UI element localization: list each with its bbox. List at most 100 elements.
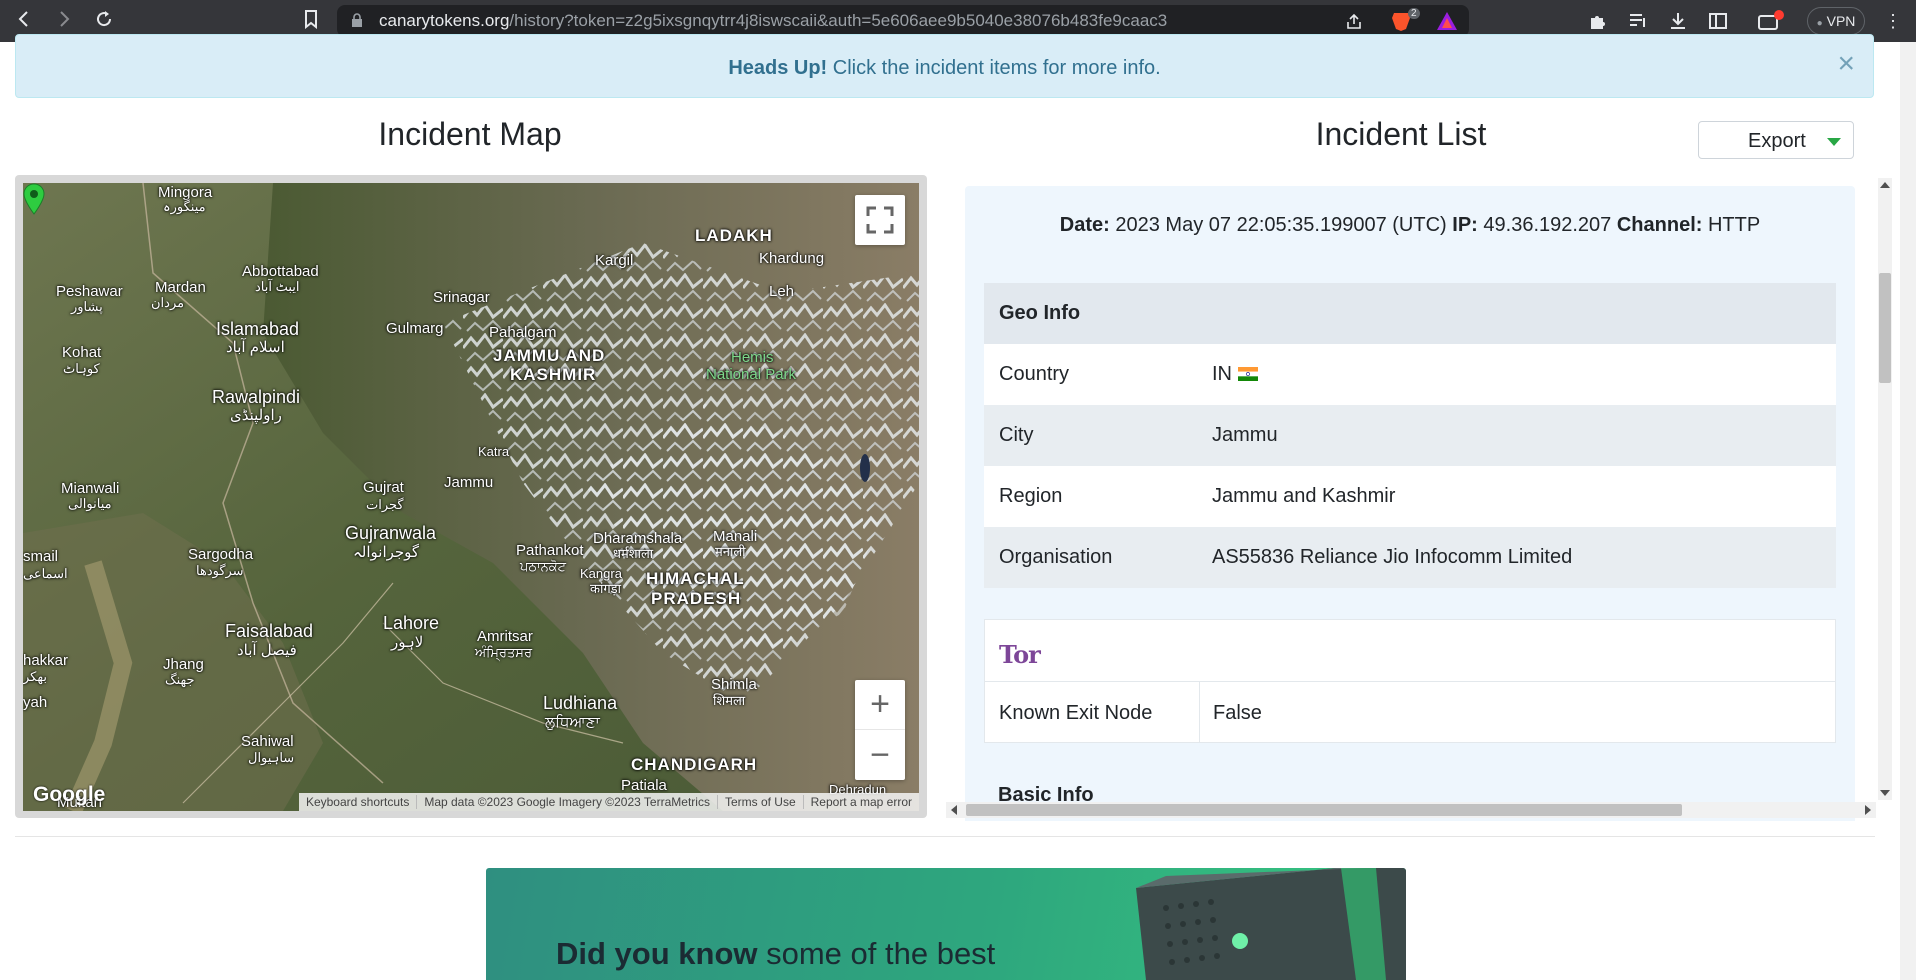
map-label: Kargil: [595, 252, 634, 269]
map-label: Abbottabad: [242, 263, 319, 280]
brave-rewards-icon[interactable]: [1436, 10, 1458, 32]
scroll-thumb[interactable]: [966, 804, 1682, 816]
table-row: Organisation AS55836 Reliance Jio Infoco…: [984, 527, 1836, 588]
zoom-in-button[interactable]: +: [855, 680, 905, 730]
map-label: Hemis: [731, 349, 774, 366]
map-label: کوہاٹ: [63, 361, 100, 376]
map-label: Ludhiana: [543, 693, 618, 713]
geo-info-table: Geo Info Country IN City Jammu Region Ja…: [984, 283, 1836, 588]
map-label: Gujrat: [363, 479, 404, 496]
close-icon[interactable]: ×: [1837, 49, 1855, 79]
extensions-icon[interactable]: [1587, 10, 1609, 32]
map-label: Faisalabad: [225, 621, 314, 641]
map-label: ساہیوال: [248, 750, 295, 765]
scroll-up-icon[interactable]: [1880, 182, 1890, 188]
fullscreen-icon: [866, 206, 894, 234]
map-label: धर्मशाला: [613, 546, 654, 561]
map-label: Shimla: [711, 676, 757, 693]
share-icon[interactable]: [1345, 13, 1363, 31]
map-label: मनाली: [715, 544, 746, 559]
map-label: Khardung: [759, 250, 825, 267]
forward-icon[interactable]: [51, 9, 77, 33]
bookmark-icon[interactable]: [298, 9, 324, 33]
tor-logo: Tor: [999, 640, 1041, 669]
map-label: Islamabad: [216, 319, 300, 339]
map-label: yah: [23, 694, 48, 711]
incident-list-horizontal-scrollbar[interactable]: [946, 802, 1876, 818]
zoom-controls: + −: [855, 680, 905, 780]
page-scrollbar[interactable]: [1900, 42, 1916, 980]
map-label: ਲੁਧਿਆਣਾ: [545, 714, 600, 731]
map-label: Jhang: [163, 656, 204, 673]
back-icon[interactable]: [11, 9, 37, 33]
map-label: Patiala: [621, 777, 667, 794]
map-label: Manali: [713, 528, 758, 545]
map-label: Rawalpindi: [212, 387, 301, 407]
map-label: Dharamshala: [593, 530, 683, 547]
incident-item[interactable]: Date: 2023 May 07 22:05:35.199007 (UTC) …: [965, 186, 1855, 821]
map-label: مردان: [151, 295, 185, 310]
promo-banner[interactable]: Did you know some of the best: [486, 868, 1406, 980]
menu-icon[interactable]: ⋮: [1884, 8, 1902, 34]
divider: [15, 836, 1875, 837]
report-error-link[interactable]: Report a map error: [802, 795, 919, 809]
tor-info: Tor Known Exit Node False: [984, 619, 1836, 743]
map-label: Lahore: [383, 613, 440, 633]
lock-icon: [352, 13, 362, 27]
scroll-right-icon[interactable]: [1865, 805, 1871, 815]
playlist-icon[interactable]: [1627, 10, 1649, 32]
map-label: Amritsar: [477, 628, 533, 645]
scroll-thumb[interactable]: [1879, 273, 1891, 383]
scroll-down-icon[interactable]: [1880, 790, 1890, 796]
export-dropdown-button[interactable]: Export: [1698, 121, 1854, 159]
terms-link[interactable]: Terms of Use: [716, 795, 803, 809]
map-label: कांगड़ा: [590, 581, 621, 596]
map-attribution: Keyboard shortcuts Map data ©2023 Google …: [298, 793, 919, 811]
scroll-left-icon[interactable]: [951, 805, 957, 815]
caret-down-icon: [1827, 138, 1841, 146]
map-label: ਅੰਮ੍ਰਿਤਸਰ: [475, 645, 533, 660]
map-label: Gujranwala: [345, 523, 437, 543]
sidebar-icon[interactable]: [1707, 10, 1729, 32]
map-label: PRADESH: [651, 589, 742, 608]
geo-info-heading: Geo Info: [984, 283, 1836, 344]
map-label: سرگودھا: [196, 563, 244, 578]
wallet-icon[interactable]: [1756, 10, 1784, 32]
map-label: فیصل آباد: [237, 642, 297, 659]
url-text: canarytokens.org/history?token=z2g5ixsgn…: [379, 11, 1168, 30]
map-label: Katra: [478, 444, 510, 459]
map-label: گوجرانوالہ: [353, 544, 420, 561]
map-label: راولپنڈی: [230, 407, 282, 424]
incident-list-panel[interactable]: Date: 2023 May 07 22:05:35.199007 (UTC) …: [946, 175, 1860, 821]
map-marker-icon[interactable]: [23, 183, 45, 215]
heads-up-alert[interactable]: Heads Up! Click the incident items for m…: [15, 34, 1874, 98]
keyboard-shortcuts-link[interactable]: Keyboard shortcuts: [299, 795, 416, 809]
table-row: Country IN: [984, 344, 1836, 405]
map-label: Srinagar: [433, 289, 490, 306]
incident-map-title: Incident Map: [378, 116, 562, 152]
map-label: لاہور: [391, 634, 424, 651]
map-label: Mianwali: [61, 480, 120, 497]
map-label: Sargodha: [188, 546, 254, 563]
canary-device-image: [1136, 868, 1406, 980]
map-label: بھکر: [23, 669, 47, 684]
map-label: Leh: [769, 283, 795, 300]
download-icon[interactable]: [1667, 10, 1689, 32]
map-label: शिमला: [713, 693, 746, 708]
reload-icon[interactable]: [91, 9, 117, 33]
incident-list-vertical-scrollbar[interactable]: [1878, 178, 1892, 800]
incident-map[interactable]: Mingora مینگورہ Mardan مردان Abbottabad …: [23, 183, 919, 811]
map-label: Pathankot: [516, 542, 584, 559]
zoom-out-button[interactable]: −: [855, 731, 905, 780]
address-bar[interactable]: canarytokens.org/history?token=z2g5ixsgn…: [337, 5, 1469, 37]
map-label: smail: [23, 548, 59, 565]
map-label: ਪਠਾਨਕੋਟ: [520, 559, 566, 574]
map-terrain: [23, 183, 919, 811]
vpn-button[interactable]: ● VPN: [1807, 7, 1865, 35]
table-row: City Jammu: [984, 405, 1836, 466]
map-label: National Park: [706, 366, 797, 383]
map-label: hakkar: [23, 652, 69, 669]
map-label: Sahiwal: [241, 733, 294, 750]
fullscreen-button[interactable]: [855, 195, 905, 245]
map-label: ایبٹ آباد: [255, 279, 300, 294]
